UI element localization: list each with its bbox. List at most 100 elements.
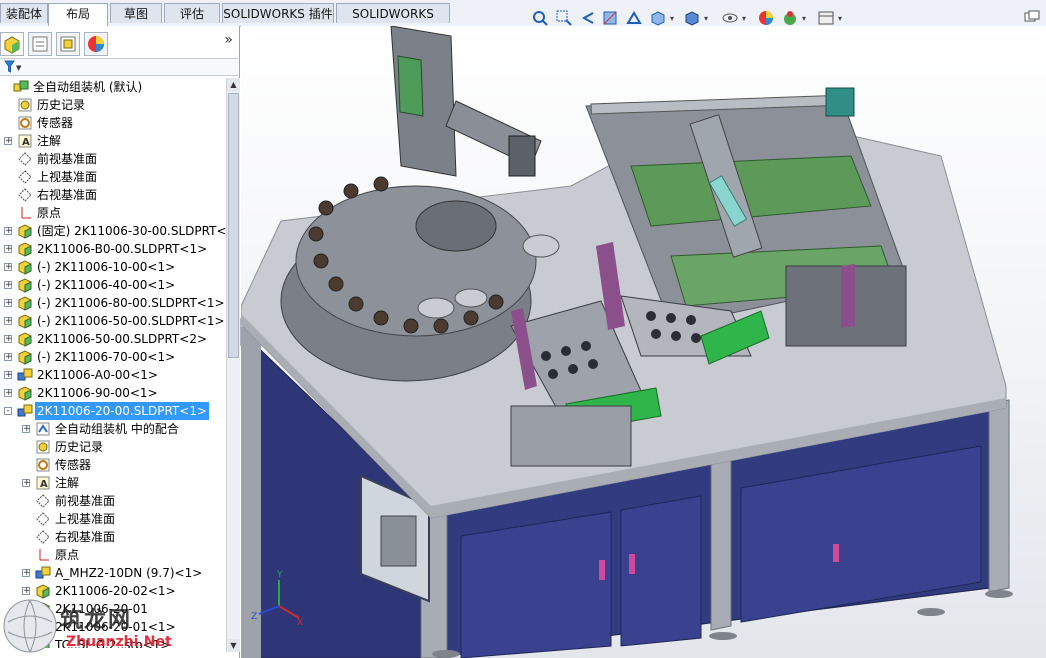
apply-scene-dropdown-icon[interactable]: ▾ [802, 14, 810, 23]
tree-row[interactable]: - 2K11006-20-00.SLDPRT<1> [0, 402, 226, 420]
tab-2[interactable]: 草图 [110, 3, 162, 23]
tree-expander-icon[interactable]: + [4, 335, 13, 344]
tree-expander-icon[interactable]: + [22, 587, 31, 596]
tree-row[interactable]: +2K11006-20-02<1> [0, 582, 226, 600]
tree-row[interactable]: + (-) 2K11006-50-00.SLDPRT<1> [0, 312, 226, 330]
tree-row[interactable]: 传感器 [0, 114, 226, 132]
tree-row[interactable]: 上视基准面 [0, 168, 226, 186]
tree-expander-icon[interactable]: + [4, 137, 13, 146]
property-manager-icon[interactable] [28, 32, 52, 56]
tree-row-label: 原点 [55, 548, 80, 562]
tree-row[interactable]: + A 注解 [0, 132, 226, 150]
tree-expander-icon[interactable]: + [4, 353, 13, 362]
hide-show-items-dropdown-icon[interactable]: ▾ [742, 14, 750, 23]
filter-icon[interactable]: ▼ [4, 60, 22, 74]
scroll-up-icon[interactable]: ▲ [227, 78, 240, 91]
tree-row[interactable]: 历史记录 [0, 438, 226, 456]
part-icon [17, 385, 33, 401]
tree-expander-icon[interactable]: + [22, 641, 31, 648]
tree-row-label: (-) 2K11006-40-00<1> [37, 278, 176, 292]
panel-more-icon[interactable]: » [224, 32, 233, 48]
annotation-icon: A [17, 133, 33, 149]
tree-row-label: 2K11006-90-00<1> [37, 386, 158, 400]
tree-row[interactable]: + (-) 2K11006-80-00.SLDPRT<1> [0, 294, 226, 312]
tree-row-label: 2K11006-20-02<1> [55, 584, 176, 598]
tree-row[interactable]: + (-) 2K11006-40-00<1> [0, 276, 226, 294]
display-style-icon[interactable] [682, 8, 702, 28]
display-manager-icon[interactable] [84, 32, 108, 56]
tree-row[interactable]: 传感器 [0, 456, 226, 474]
tree-row-label: (-) 2K11006-10-00<1> [37, 260, 176, 274]
apply-scene-icon[interactable] [780, 8, 800, 28]
tree-row[interactable]: + 全自动组装机 中的配合 [0, 420, 226, 438]
tree-scrollbar[interactable]: ▲ ▼ [226, 78, 240, 652]
section-view-icon[interactable] [600, 8, 620, 28]
tree-expander-icon[interactable]: + [4, 299, 13, 308]
tree-row-label: A_MHZ2-10DN (9.7)<1> [55, 566, 203, 580]
tree-row[interactable]: +2K11006-90-00<1> [0, 384, 226, 402]
tree-expander-icon[interactable]: + [22, 569, 31, 578]
tree-expander-icon[interactable]: + [4, 281, 13, 290]
tree-expander-icon[interactable]: + [4, 317, 13, 326]
tree-row[interactable]: + A 注解 [0, 474, 226, 492]
tab-1[interactable]: 布局 [48, 3, 108, 26]
configuration-manager-icon[interactable] [56, 32, 80, 56]
window-restore-icon[interactable] [1024, 10, 1040, 24]
view-orientation-dropdown-icon[interactable]: ▾ [670, 14, 678, 23]
previous-view-icon[interactable] [578, 8, 598, 28]
zoom-to-fit-icon[interactable] [530, 8, 550, 28]
tree-row[interactable]: 前视基准面 [0, 150, 226, 168]
origin-icon [35, 547, 51, 563]
dynamic-annotation-icon[interactable] [624, 8, 644, 28]
zoom-to-area-icon[interactable] [554, 8, 574, 28]
tree-row[interactable]: 右视基准面 [0, 528, 226, 546]
view-settings-dropdown-icon[interactable]: ▾ [838, 14, 846, 23]
tree-row[interactable]: 前视基准面 [0, 492, 226, 510]
tree-expander-icon[interactable]: + [4, 371, 13, 380]
tree-row[interactable]: 右视基准面 [0, 186, 226, 204]
tab-3[interactable]: 评估 [164, 3, 220, 23]
tree-row[interactable]: 全自动组装机 (默认) [0, 78, 226, 96]
tree-row[interactable]: 原点 [0, 546, 226, 564]
tree-row[interactable]: + (-) 2K11006-10-00<1> [0, 258, 226, 276]
watermark-subtext: Zhuanzhi.Net [66, 634, 172, 650]
tree-expander-icon[interactable]: - [4, 407, 12, 416]
tree-expander-icon[interactable]: + [4, 245, 13, 254]
part-icon [17, 331, 33, 347]
tree-expander-icon[interactable]: + [22, 605, 31, 614]
assembly-model[interactable] [241, 26, 1046, 658]
scroll-down-icon[interactable]: ▼ [227, 639, 240, 652]
plane-icon [17, 151, 33, 167]
tree-expander-icon[interactable]: + [4, 389, 13, 398]
featuremanager-tree-icon[interactable] [0, 32, 24, 56]
tab-5[interactable]: SOLIDWORKS MBD [336, 3, 450, 41]
tree-row[interactable]: + (-) 2K11006-70-00<1> [0, 348, 226, 366]
tree-expander-icon[interactable]: + [4, 227, 13, 236]
tree-expander-icon[interactable]: + [22, 479, 31, 488]
scroll-thumb[interactable] [228, 93, 239, 358]
tree-expander-icon[interactable]: + [22, 623, 31, 632]
tree-row[interactable]: +2K11006-A0-00<1> [0, 366, 226, 384]
tree-row[interactable]: +2K11006-B0-00.SLDPRT<1> [0, 240, 226, 258]
view-settings-icon[interactable] [816, 8, 836, 28]
tree-expander-icon[interactable]: + [4, 263, 13, 272]
tree-row-label: 前视基准面 [37, 152, 98, 166]
tree-row[interactable]: 历史记录 [0, 96, 226, 114]
display-style-dropdown-icon[interactable]: ▾ [704, 14, 712, 23]
tree-row[interactable]: + (固定) 2K11006-30-00.SLDPRT<1 [0, 222, 226, 240]
tree-row[interactable]: 上视基准面 [0, 510, 226, 528]
tab-4[interactable]: SOLIDWORKS 插件 [222, 3, 334, 23]
tree-row[interactable]: + A_MHZ2-10DN (9.7)<1> [0, 564, 226, 582]
tree-row[interactable]: 原点 [0, 204, 226, 222]
tree-expander-icon[interactable]: + [22, 425, 31, 434]
tab-0[interactable]: 装配体 [0, 3, 48, 23]
frame-profile-middle [710, 453, 732, 631]
edit-appearance-icon[interactable] [756, 8, 776, 28]
hide-show-items-icon[interactable] [720, 8, 740, 28]
tree-filter-bar[interactable]: ▼ [0, 58, 238, 76]
tree-row[interactable]: +2K11006-50-00.SLDPRT<2> [0, 330, 226, 348]
triad-y-label: Y [277, 570, 283, 580]
graphics-area[interactable]: Y X Z [241, 26, 1046, 658]
rotary-hole-3 [522, 234, 560, 258]
view-orientation-icon[interactable] [648, 8, 668, 28]
